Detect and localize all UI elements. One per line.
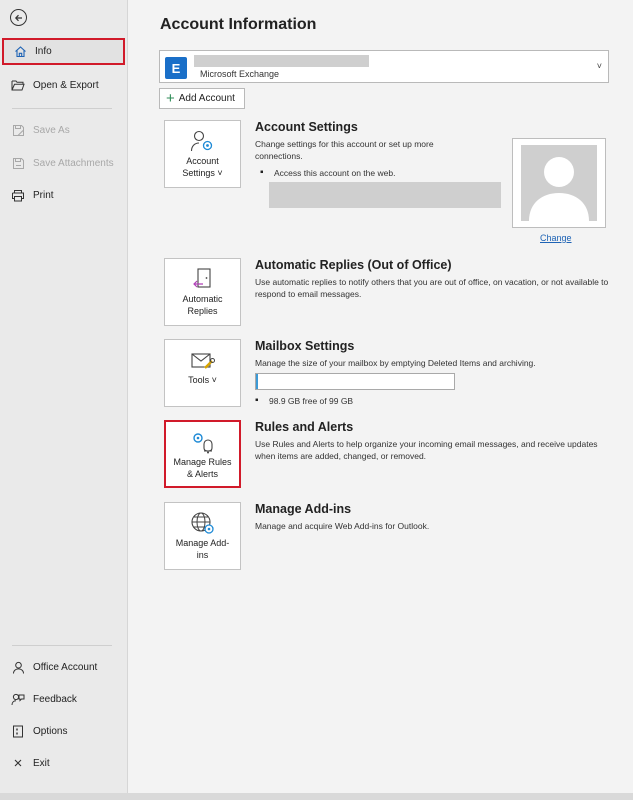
account-settings-button[interactable]: Account Settings ˅ [164,120,241,188]
avatar-placeholder-icon [521,145,597,221]
add-account-label: Add Account [178,93,235,104]
nav-exit-label: Exit [33,757,50,769]
nav-feedback-label: Feedback [33,693,77,705]
redacted-account-name [194,55,369,67]
rules-alerts-section: Manage Rules & Alerts Rules and Alerts U… [164,420,624,490]
nav-office-account-label: Office Account [33,661,98,673]
backstage-sidebar: Info Open & Export Save As Save Attachme… [0,0,128,793]
save-as-icon [11,123,25,137]
add-account-button[interactable]: + Add Account [159,88,245,109]
redacted-web-link[interactable] [269,182,501,208]
account-settings-description: Change settings for this account or set … [255,139,434,161]
rules-alerts-description: Use Rules and Alerts to help organize yo… [255,439,598,461]
page-title: Account Information [160,16,317,33]
person-icon [11,660,25,674]
back-arrow-icon[interactable] [10,9,27,26]
exchange-icon: E [165,57,187,79]
nav-info[interactable]: Info [2,38,125,65]
manage-add-ins-button[interactable]: Manage Add-ins [164,502,241,570]
nav-info-label: Info [35,46,52,57]
mailbox-settings-description: Manage the size of your mailbox by empty… [255,358,536,368]
close-icon [11,756,25,770]
manage-add-ins-section: Manage Add-ins Manage Add-ins Manage and… [164,502,624,572]
nav-exit[interactable]: Exit [0,750,127,776]
tools-button[interactable]: Tools ˅ [164,339,241,407]
tools-tile-label: Tools ˅ [188,375,217,385]
account-settings-title: Account Settings [255,120,358,134]
manage-add-ins-tile-label: Manage Add-ins [175,538,230,560]
automatic-replies-description: Use automatic replies to notify others t… [255,277,609,299]
globe-gear-icon [190,511,216,535]
nav-save-as-label: Save As [33,124,70,136]
chevron-down-icon: ˅ [596,61,602,71]
manage-rules-alerts-button[interactable]: Manage Rules & Alerts [164,420,241,488]
sidebar-divider [12,108,112,109]
rules-alerts-icon [190,430,216,454]
manage-rules-alerts-tile-label: Manage Rules & Alerts [173,457,232,479]
account-settings-tile-label: Account Settings ˅ [182,156,223,178]
sidebar-divider [12,645,112,646]
info-pane: Account Information E Microsoft Exchange… [128,0,633,793]
access-web-bullet: Access this account on the web. [260,167,395,178]
home-icon [13,45,27,59]
feedback-icon [11,692,25,706]
bottom-scrollbar [0,793,633,800]
nav-options[interactable]: Options [0,718,127,744]
automatic-replies-icon [192,267,214,291]
nav-options-label: Options [33,725,68,737]
automatic-replies-section: Automatic Replies Automatic Replies (Out… [164,258,624,328]
nav-print-label: Print [33,189,54,201]
rules-alerts-title: Rules and Alerts [255,420,354,434]
plus-icon: + [166,90,175,107]
mailbox-settings-title: Mailbox Settings [255,339,355,353]
account-selector[interactable]: E Microsoft Exchange ˅ [159,50,609,83]
folder-open-icon [11,78,25,92]
account-settings-icon [190,129,216,153]
mailbox-usage-bar [255,373,455,390]
mailbox-usage-fill [256,374,258,389]
tools-icon [190,348,216,372]
nav-save-attachments[interactable]: Save Attachments [0,150,127,176]
profile-photo [512,138,606,228]
account-type-label: Microsoft Exchange [200,69,280,79]
automatic-replies-tile-label: Automatic Replies [182,294,223,316]
nav-feedback[interactable]: Feedback [0,686,127,712]
nav-print[interactable]: Print [0,182,127,208]
nav-office-account[interactable]: Office Account [0,654,127,680]
manage-add-ins-title: Manage Add-ins [255,502,352,516]
automatic-replies-button[interactable]: Automatic Replies [164,258,241,326]
printer-icon [11,188,25,202]
mailbox-settings-section: Tools ˅ Mailbox Settings Manage the size… [164,339,624,409]
options-icon [11,724,25,738]
nav-save-as[interactable]: Save As [0,117,127,143]
change-photo-link[interactable]: Change [540,233,572,243]
save-attachments-icon [11,156,25,170]
automatic-replies-title: Automatic Replies (Out of Office) [255,258,452,272]
nav-open-export[interactable]: Open & Export [0,72,127,98]
manage-add-ins-description: Manage and acquire Web Add-ins for Outlo… [255,521,430,531]
nav-save-attachments-label: Save Attachments [33,157,114,169]
nav-open-export-label: Open & Export [33,79,99,91]
mailbox-free-space: 98.9 GB free of 99 GB [255,395,353,406]
